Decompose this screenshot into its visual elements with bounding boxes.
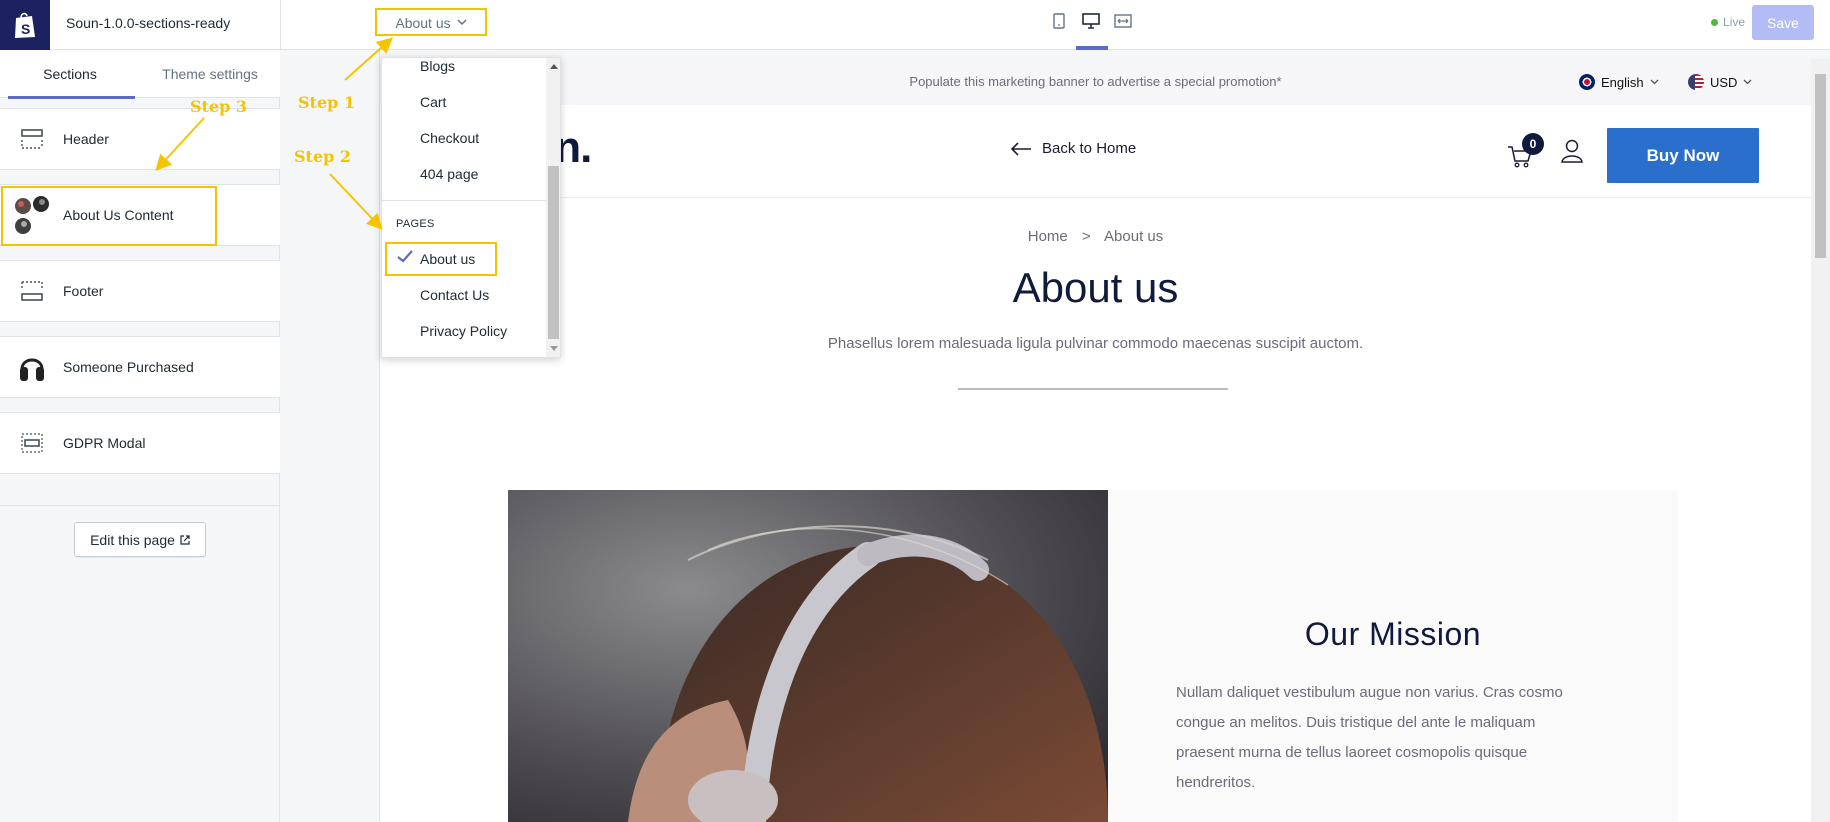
- step-3-label: Step 3: [190, 97, 248, 116]
- mobile-icon: [1053, 13, 1065, 29]
- section-item-footer[interactable]: Footer: [0, 260, 280, 322]
- breadcrumb-current: About us: [1104, 228, 1164, 245]
- mission-line: praesent murna de tellus laoreet cosmopo…: [1176, 744, 1528, 761]
- preview-scrollbar-thumb[interactable]: [1815, 74, 1826, 258]
- section-label-header: Header: [63, 131, 109, 147]
- edit-this-page-label: Edit this page: [90, 531, 175, 548]
- dropdown-item-privacy-policy[interactable]: Privacy Policy: [420, 323, 507, 339]
- section-label-gdpr-modal: GDPR Modal: [63, 435, 146, 451]
- mobile-view-button[interactable]: [1050, 12, 1068, 30]
- step-1-label: Step 1: [298, 93, 356, 112]
- store-header: soun. Back to Home 0 Buy Now: [380, 105, 1811, 198]
- mission-line: congue an melitos. Duis tristique del an…: [1176, 714, 1536, 731]
- section-label-someone-purchased: Someone Purchased: [63, 359, 194, 375]
- dropdown-item-blogs[interactable]: Blogs: [420, 58, 455, 74]
- highlight-about-us-option: [385, 242, 497, 276]
- sections-sidebar: Sections Theme settings Header About Us …: [0, 50, 280, 822]
- storefront-preview: Populate this marketing banner to advert…: [380, 59, 1811, 822]
- device-active-indicator: [1076, 46, 1108, 50]
- dropdown-item-cart[interactable]: Cart: [420, 94, 446, 110]
- highlight-about-us-section: [1, 186, 217, 246]
- breadcrumb-home[interactable]: Home: [1028, 228, 1068, 245]
- page-subtitle: Phasellus lorem malesuada ligula pulvina…: [827, 335, 1364, 352]
- scroll-down-icon[interactable]: [550, 346, 558, 352]
- sidebar-divider: [0, 505, 280, 506]
- live-status: Live: [1711, 15, 1745, 29]
- live-dot-icon: [1711, 18, 1718, 26]
- store-name: Soun-1.0.0-sections-ready: [66, 15, 231, 31]
- external-link-icon: [180, 534, 190, 545]
- us-flag-icon: [1688, 74, 1704, 90]
- live-label: Live: [1723, 15, 1746, 29]
- step-2-arrow: [329, 173, 383, 230]
- dropdown-item-404[interactable]: 404 page: [420, 166, 478, 182]
- page-dropdown-menu: Blogs Cart Checkout 404 page PAGES About…: [381, 57, 561, 358]
- page-title: About us: [1012, 264, 1179, 311]
- fullwidth-icon: [1114, 14, 1132, 28]
- promo-bar: Populate this marketing banner to advert…: [380, 59, 1811, 105]
- section-item-someone-purchased[interactable]: Someone Purchased: [0, 336, 280, 398]
- breadcrumb-separator: >: [1081, 228, 1091, 245]
- currency-label: USD: [1710, 74, 1738, 90]
- mission-text: Nullam daliquet vestibulum augue non var…: [1176, 678, 1596, 798]
- dropdown-item-contact-us[interactable]: Contact Us: [420, 287, 489, 303]
- shopify-bag-icon: S: [15, 12, 35, 38]
- uk-flag-icon: [1579, 74, 1595, 90]
- section-label-footer: Footer: [63, 283, 104, 299]
- currency-selector[interactable]: USD: [1688, 74, 1752, 90]
- breadcrumb: Home > About us: [380, 228, 1811, 245]
- section-item-header[interactable]: Header: [0, 108, 280, 170]
- user-icon: [1561, 139, 1583, 163]
- chevron-down-icon: [1743, 79, 1752, 85]
- headphones-photo-image: [508, 490, 1108, 822]
- svg-text:S: S: [21, 21, 30, 37]
- highlight-page-selector: [375, 8, 487, 36]
- tab-sections[interactable]: Sections: [0, 50, 140, 99]
- language-label: English: [1601, 74, 1644, 90]
- chevron-down-icon: [1650, 79, 1659, 85]
- edit-this-page-button[interactable]: Edit this page: [74, 522, 206, 557]
- scroll-up-icon[interactable]: [550, 63, 558, 69]
- save-button[interactable]: Save: [1752, 5, 1814, 40]
- about-hero-image: [508, 490, 1108, 822]
- step-2-label: Step 2: [294, 147, 352, 166]
- section-item-gdpr-modal[interactable]: GDPR Modal: [0, 412, 280, 474]
- mission-title: Our Mission: [1304, 616, 1482, 652]
- dropdown-heading-pages: PAGES: [396, 218, 435, 230]
- footer-layout-icon: [20, 281, 43, 301]
- account-button[interactable]: [1561, 139, 1583, 168]
- topbar-divider: [280, 0, 281, 50]
- editor-topbar: S Soun-1.0.0-sections-ready About us Liv…: [0, 0, 1830, 50]
- tab-theme-settings[interactable]: Theme settings: [140, 50, 280, 98]
- back-to-home-link[interactable]: Back to Home: [1010, 140, 1136, 157]
- shopify-logo[interactable]: S: [0, 0, 50, 50]
- arrow-left-icon: [1010, 141, 1031, 156]
- dropdown-scrollbar-thumb[interactable]: [548, 166, 559, 339]
- desktop-icon: [1082, 13, 1100, 29]
- header-layout-icon: [20, 129, 43, 149]
- headphones-icon: [19, 358, 44, 381]
- fullscreen-view-button[interactable]: [1114, 12, 1132, 30]
- desktop-view-button[interactable]: [1082, 12, 1100, 30]
- mission-line: hendreritos.: [1176, 774, 1256, 791]
- cart-count-badge: 0: [1522, 133, 1544, 155]
- back-to-home-label: Back to Home: [1042, 140, 1137, 157]
- cart-button[interactable]: 0: [1506, 133, 1546, 171]
- modal-layout-icon: [20, 433, 43, 453]
- device-toggle-group: [1050, 12, 1132, 30]
- mission-line: Nullam daliquet vestibulum augue non var…: [1176, 684, 1563, 701]
- buy-now-button[interactable]: Buy Now: [1607, 128, 1759, 183]
- title-divider: [958, 388, 1228, 390]
- sidebar-tabs: Sections Theme settings: [0, 50, 280, 99]
- dropdown-divider: [382, 200, 546, 201]
- language-selector[interactable]: English: [1579, 74, 1659, 90]
- dropdown-item-checkout[interactable]: Checkout: [420, 130, 479, 146]
